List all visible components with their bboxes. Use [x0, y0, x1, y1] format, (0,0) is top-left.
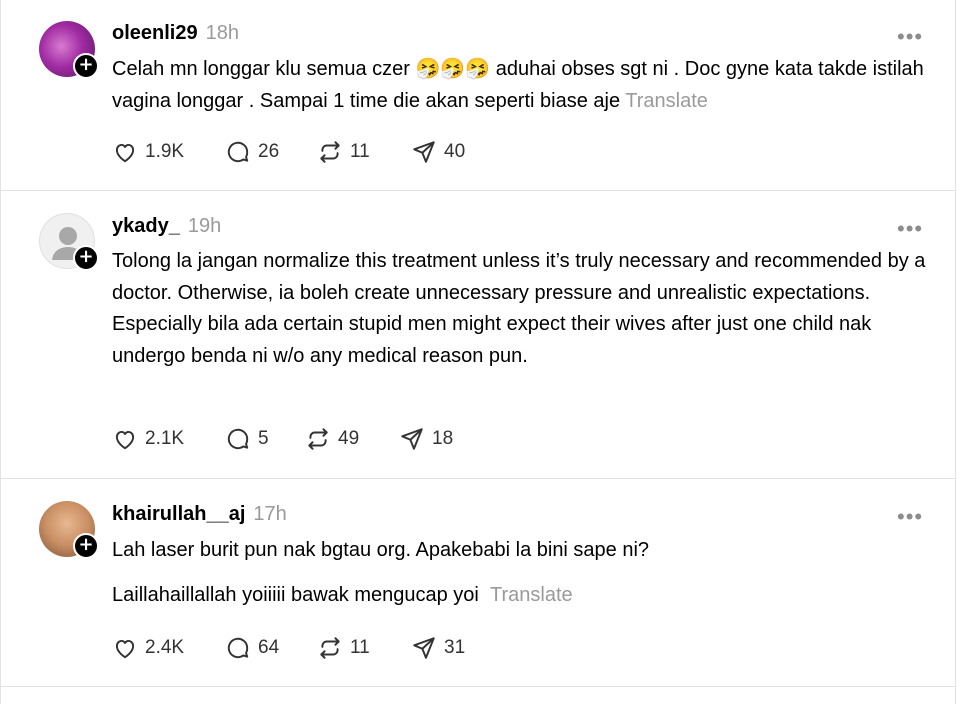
post-text: Tolong la jangan normalize this treatmen… [112, 250, 926, 367]
timestamp[interactable]: 17h [253, 503, 286, 525]
emoji: 🤧🤧🤧 [415, 56, 491, 80]
translate-link[interactable]: Translate [490, 584, 573, 606]
send-icon [413, 141, 435, 163]
reply-button[interactable]: 64 [225, 635, 279, 661]
share-button[interactable]: 31 [411, 635, 465, 661]
username[interactable]: ykady_ [112, 215, 180, 237]
post: + oleenli29 18h ••• Celah mn longgar klu … [1, 0, 955, 191]
post-header: khairullah__aj 17h [112, 501, 287, 527]
like-count: 2.4K [145, 637, 185, 658]
share-count: 31 [444, 637, 466, 658]
post-header: oleenli29 18h [112, 20, 239, 46]
share-count: 40 [444, 141, 466, 162]
reply-button[interactable]: 5 [225, 426, 269, 452]
reply-count: 5 [258, 428, 269, 449]
timestamp[interactable]: 18h [206, 22, 239, 44]
post-header: ykady_ 19h [112, 213, 221, 239]
like-button[interactable]: 2.1K [112, 426, 184, 452]
post-text-line: Lah laser burit pun nak bgtau org. Apake… [112, 539, 650, 561]
comment-icon [227, 637, 249, 659]
heart-icon [115, 639, 135, 659]
reply-button[interactable]: 26 [225, 139, 279, 165]
repost-icon [320, 637, 340, 659]
like-button[interactable]: 1.9K [112, 139, 184, 165]
follow-plus-icon[interactable]: + [73, 53, 99, 79]
like-button[interactable]: 2.4K [112, 635, 184, 661]
post: + ykady_ 19h ••• Tolong la jangan normali… [1, 191, 955, 479]
post-text-part: Celah mn longgar klu semua czer [112, 58, 416, 80]
post-text-part: Laillahaillallah yoiiiii bawak mengucap … [112, 584, 479, 606]
more-icon[interactable]: ••• [897, 218, 922, 240]
post-text-line: Laillahaillallah yoiiiii bawak mengucap … [112, 580, 932, 612]
send-icon [401, 428, 423, 450]
threads-feed: + oleenli29 18h ••• Celah mn longgar klu … [0, 0, 956, 704]
share-count: 18 [432, 428, 454, 449]
username[interactable]: khairullah__aj [112, 503, 245, 525]
reply-count: 26 [258, 141, 280, 162]
repost-count: 11 [350, 141, 370, 162]
post: + khairullah__aj 17h ••• Lah laser burit … [1, 479, 955, 687]
repost-icon [308, 428, 328, 450]
repost-button[interactable]: 11 [317, 635, 370, 661]
repost-count: 49 [338, 428, 360, 449]
avatar-container[interactable]: + [39, 213, 99, 271]
send-icon [413, 637, 435, 659]
repost-button[interactable]: 11 [317, 139, 370, 165]
avatar-container[interactable]: + [39, 21, 99, 79]
timestamp[interactable]: 19h [188, 215, 221, 237]
share-button[interactable]: 40 [411, 139, 465, 165]
follow-plus-icon[interactable]: + [73, 533, 99, 559]
repost-icon [320, 141, 340, 163]
comment-icon [227, 428, 249, 450]
more-icon[interactable]: ••• [897, 26, 922, 48]
post-text: Celah mn longgar klu semua czer 🤧🤧🤧 aduh… [112, 53, 932, 117]
username[interactable]: oleenli29 [112, 22, 198, 44]
comment-icon [227, 141, 249, 163]
translate-link[interactable]: Translate [625, 90, 708, 112]
avatar-container[interactable]: + [39, 501, 99, 559]
follow-plus-icon[interactable]: + [73, 245, 99, 271]
share-button[interactable]: 18 [399, 426, 453, 452]
heart-icon [115, 430, 135, 450]
more-icon[interactable]: ••• [897, 506, 922, 528]
repost-button[interactable]: 49 [305, 426, 359, 452]
reply-count: 64 [258, 637, 280, 658]
like-count: 2.1K [145, 428, 185, 449]
like-count: 1.9K [145, 141, 185, 162]
heart-icon [115, 143, 135, 163]
repost-count: 11 [350, 637, 370, 658]
